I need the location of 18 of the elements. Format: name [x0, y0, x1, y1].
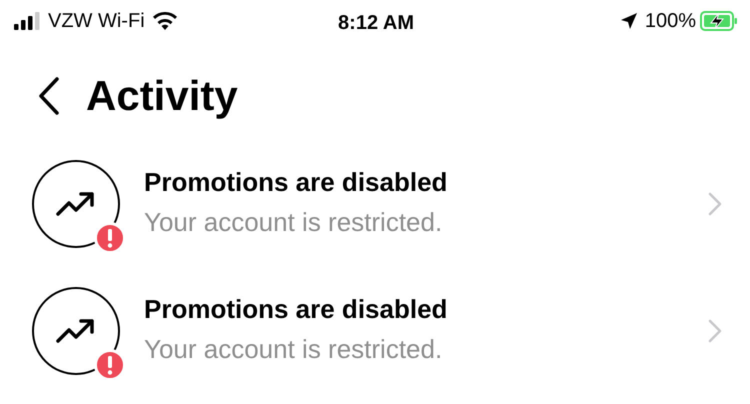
location-arrow-icon: [620, 13, 637, 29]
wifi-icon: [152, 12, 177, 30]
chevron-right-icon: [708, 318, 722, 342]
page-title: Activity: [86, 75, 238, 117]
row-title: Promotions are disabled: [144, 167, 448, 198]
chevron-right-icon: [708, 192, 722, 216]
trend-up-icon: [55, 316, 97, 344]
back-icon[interactable]: [38, 77, 60, 115]
signal-icon: [14, 12, 40, 30]
row-title: Promotions are disabled: [144, 294, 448, 326]
row-subtitle: Your account is restricted.: [144, 206, 444, 240]
carrier-name: VZW Wi-Fi: [48, 9, 145, 34]
clock-time: 8:12 AM: [338, 11, 414, 36]
row-subtitle: Your account is restricted.: [144, 333, 444, 366]
trend-up-icon: [55, 190, 97, 218]
activity-row[interactable]: Promotions are disabled Your account is restricted.: [0, 267, 750, 394]
activity-row[interactable]: Promotions are disabled Your account is restricted.: [0, 140, 750, 267]
battery-percent: 100%: [644, 9, 696, 34]
